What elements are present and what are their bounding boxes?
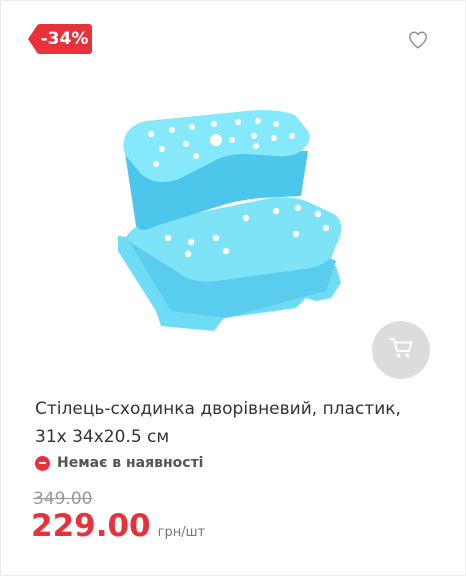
- minus-circle-icon: [35, 455, 50, 471]
- price-row: 229.00 грн/шт: [31, 508, 205, 544]
- heart-icon[interactable]: [407, 29, 429, 51]
- cart-icon: [388, 336, 414, 365]
- product-image[interactable]: [96, 86, 371, 341]
- availability-status: Немає в наявності: [35, 455, 203, 471]
- old-price: 349.00: [33, 489, 93, 509]
- add-to-cart-button[interactable]: [372, 321, 430, 379]
- product-card: -34% Стілець-сходинка дворівневий, пласт…: [0, 0, 466, 576]
- price-unit: грн/шт: [157, 525, 206, 540]
- product-title[interactable]: Стілець-сходинка дворівневий, пластик, 3…: [35, 395, 435, 451]
- discount-badge: -34%: [28, 24, 92, 54]
- availability-text: Немає в наявності: [57, 455, 204, 471]
- current-price: 229.00: [31, 508, 151, 544]
